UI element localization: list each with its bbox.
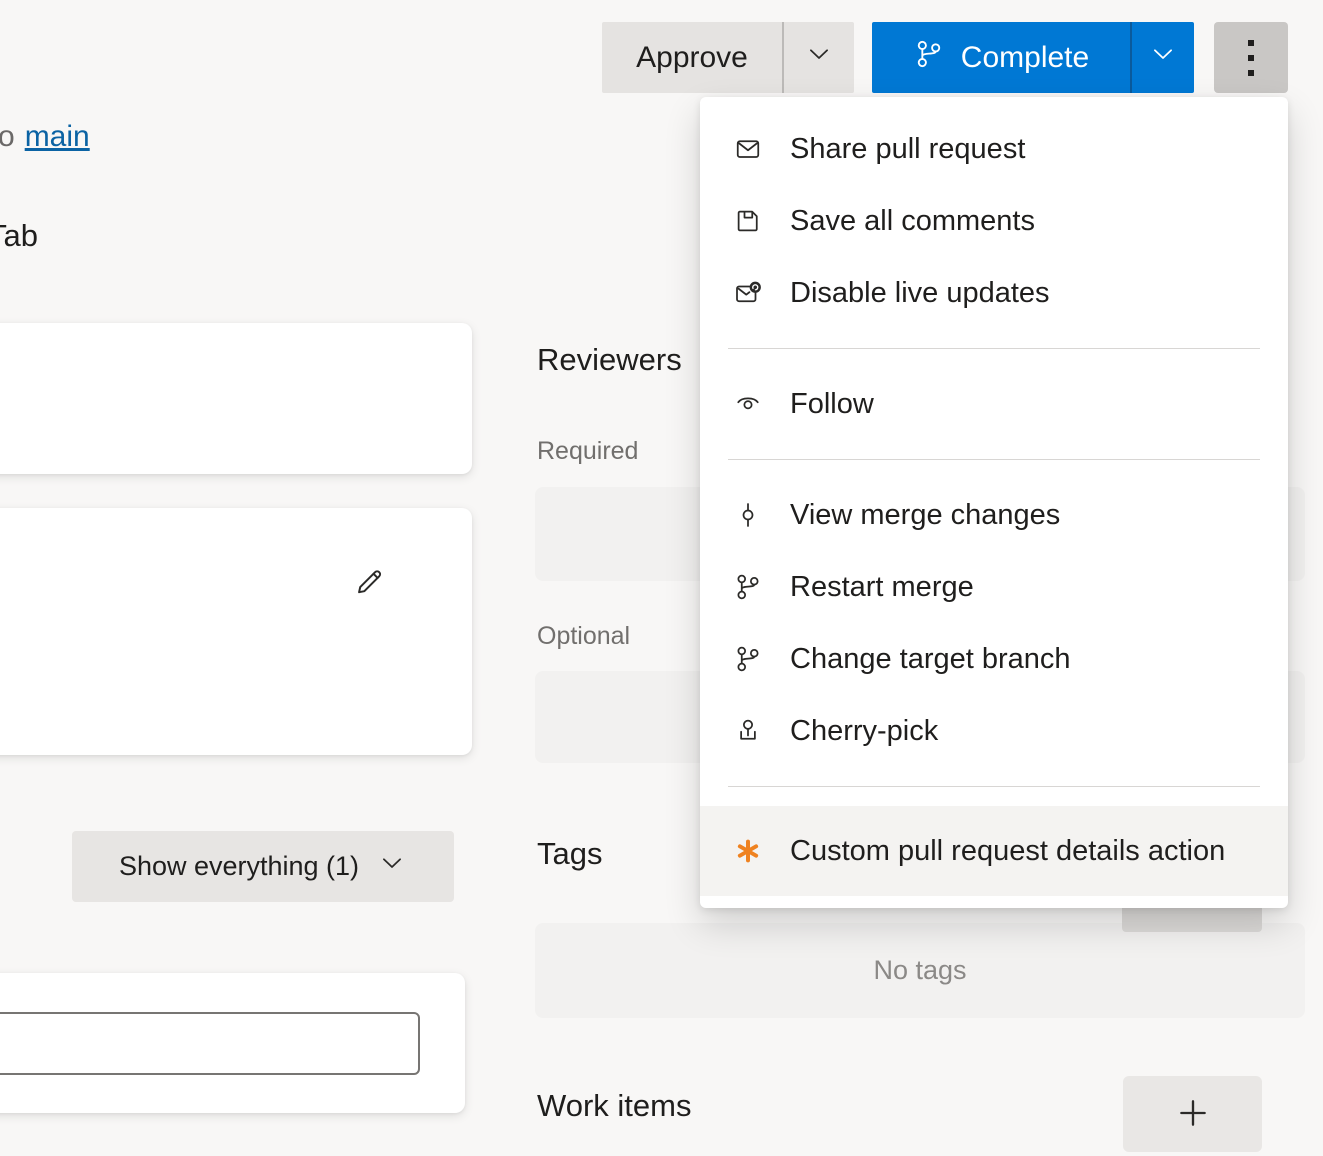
chevron-down-icon bbox=[377, 848, 407, 885]
menu-item-label: Share pull request bbox=[790, 133, 1025, 166]
complete-split-button: Complete bbox=[872, 22, 1194, 93]
text-input[interactable] bbox=[0, 1012, 420, 1075]
menu-item-follow[interactable]: Follow bbox=[700, 368, 1288, 440]
menu-divider bbox=[728, 786, 1260, 787]
breadcrumb: omain bbox=[0, 120, 90, 154]
menu-item-label: Change target branch bbox=[790, 643, 1071, 676]
cherry-pick-icon bbox=[732, 715, 764, 747]
commit-icon bbox=[732, 499, 764, 531]
menu-item-label: Restart merge bbox=[790, 571, 974, 604]
complete-label: Complete bbox=[961, 41, 1089, 75]
branch-icon bbox=[732, 643, 764, 675]
menu-item-view-merge-changes[interactable]: View merge changes bbox=[700, 479, 1288, 551]
mail-icon bbox=[732, 133, 764, 165]
complete-button[interactable]: Complete bbox=[872, 22, 1130, 93]
menu-item-label: View merge changes bbox=[790, 499, 1060, 532]
chevron-down-icon bbox=[804, 39, 834, 77]
branch-prefix-fragment: o bbox=[0, 120, 15, 153]
no-tags-label: No tags bbox=[873, 955, 966, 986]
branch-merge-icon bbox=[913, 38, 945, 78]
show-everything-label: Show everything (1) bbox=[119, 851, 359, 882]
menu-item-label: Save all comments bbox=[790, 205, 1035, 238]
reviewers-title: Reviewers bbox=[537, 342, 682, 378]
tags-title: Tags bbox=[537, 836, 602, 872]
chevron-down-icon bbox=[1148, 39, 1178, 77]
complete-dropdown-button[interactable] bbox=[1130, 22, 1194, 93]
menu-item-label: Custom pull request details action bbox=[790, 835, 1225, 868]
menu-item-disable-live-updates[interactable]: Disable live updates bbox=[700, 257, 1288, 329]
more-options-menu: Share pull request Save all comments bbox=[700, 97, 1288, 908]
pull-request-page: omain Tab Show everything (1) Reviewers … bbox=[0, 0, 1323, 1156]
ellipsis-icon bbox=[1248, 40, 1254, 46]
description-card bbox=[0, 323, 472, 474]
optional-reviewers-label: Optional bbox=[537, 622, 630, 651]
approve-split-button: Approve bbox=[602, 22, 854, 93]
more-options-button[interactable] bbox=[1214, 22, 1288, 93]
menu-item-label: Follow bbox=[790, 388, 874, 421]
no-tags-placeholder: No tags bbox=[535, 923, 1305, 1018]
menu-item-change-target-branch[interactable]: Change target branch bbox=[700, 623, 1288, 695]
approve-button[interactable]: Approve bbox=[602, 22, 782, 93]
menu-item-save-all-comments[interactable]: Save all comments bbox=[700, 185, 1288, 257]
mail-sync-icon bbox=[732, 277, 764, 309]
approve-dropdown-button[interactable] bbox=[782, 22, 854, 93]
save-icon bbox=[732, 205, 764, 237]
menu-item-label: Disable live updates bbox=[790, 277, 1050, 310]
menu-divider bbox=[728, 459, 1260, 460]
work-items-title: Work items bbox=[537, 1088, 691, 1124]
edit-button[interactable] bbox=[348, 562, 390, 604]
asterisk-icon bbox=[732, 835, 764, 867]
menu-item-share-pull-request[interactable]: Share pull request bbox=[700, 113, 1288, 185]
eye-icon bbox=[732, 388, 764, 420]
target-branch-link[interactable]: main bbox=[25, 120, 90, 153]
details-card bbox=[0, 508, 472, 755]
branch-icon bbox=[732, 571, 764, 603]
show-everything-dropdown[interactable]: Show everything (1) bbox=[72, 831, 454, 902]
menu-item-label: Cherry-pick bbox=[790, 715, 938, 748]
tab-label-fragment: Tab bbox=[0, 218, 38, 254]
required-reviewers-label: Required bbox=[537, 437, 638, 466]
menu-item-custom-pull-request-details-action[interactable]: Custom pull request details action bbox=[700, 806, 1288, 896]
add-work-item-button[interactable] bbox=[1123, 1076, 1262, 1152]
pencil-icon bbox=[352, 565, 386, 602]
menu-divider bbox=[728, 348, 1260, 349]
menu-item-restart-merge[interactable]: Restart merge bbox=[700, 551, 1288, 623]
plus-icon bbox=[1173, 1093, 1213, 1136]
menu-item-cherry-pick[interactable]: Cherry-pick bbox=[700, 695, 1288, 767]
